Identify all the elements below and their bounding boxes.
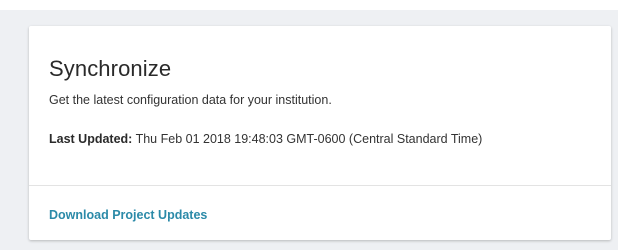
card-title: Synchronize: [49, 56, 172, 81]
top-strip: [0, 0, 618, 10]
last-updated-label: Last Updated:: [49, 132, 133, 146]
download-project-updates-link[interactable]: Download Project Updates: [49, 208, 207, 222]
last-updated-value: Thu Feb 01 2018 19:48:03 GMT-0600 (Centr…: [135, 132, 483, 146]
card-divider: [29, 185, 611, 186]
synchronize-card: Synchronize Get the latest configuration…: [29, 26, 611, 240]
card-subtitle: Get the latest configuration data for yo…: [49, 93, 332, 107]
last-updated-line: Last Updated: Thu Feb 01 2018 19:48:03 G…: [49, 132, 482, 146]
